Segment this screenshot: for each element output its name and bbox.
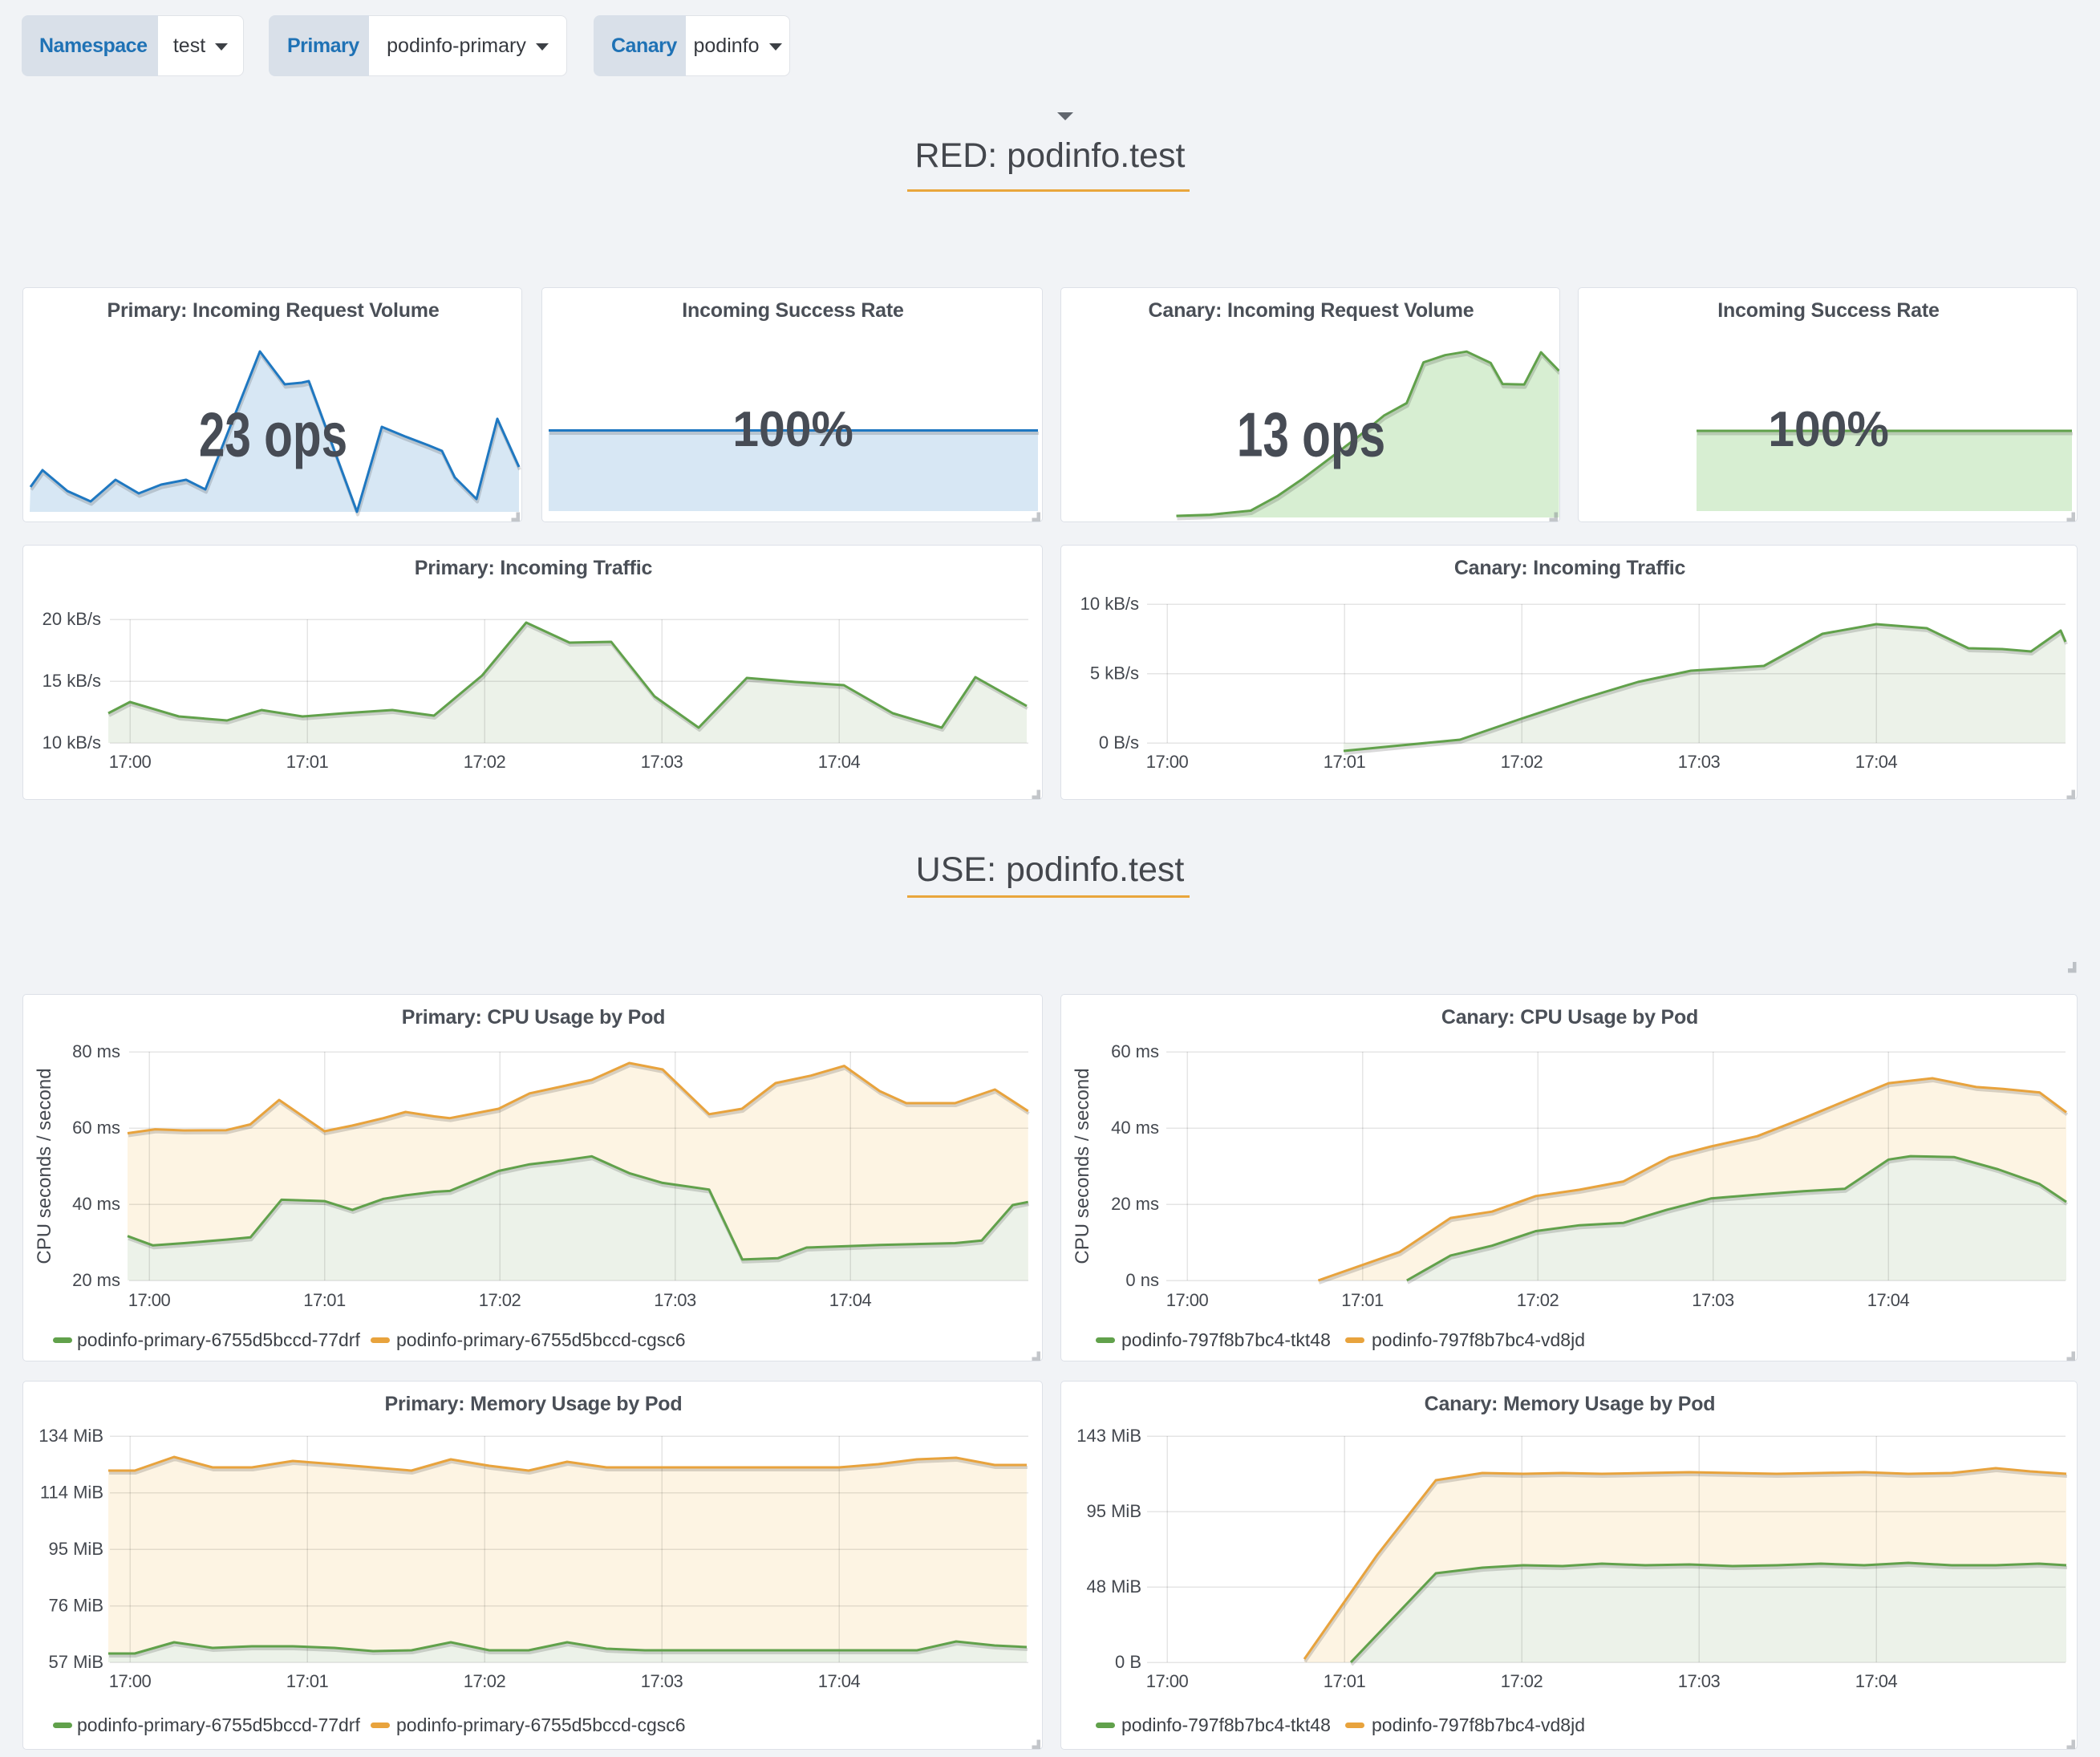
svg-text:17:04: 17:04 [1855, 1671, 1898, 1691]
svg-text:17:01: 17:01 [1341, 1290, 1384, 1310]
svg-text:CPU seconds / second: CPU seconds / second [34, 1068, 55, 1264]
svg-text:10 kB/s: 10 kB/s [43, 732, 101, 753]
svg-text:17:00: 17:00 [128, 1290, 171, 1310]
svg-text:57 MiB: 57 MiB [49, 1652, 103, 1672]
svg-text:Incoming Success Rate: Incoming Success Rate [1717, 299, 1940, 322]
svg-text:13 ops: 13 ops [1237, 400, 1385, 469]
svg-text:17:00: 17:00 [109, 752, 152, 772]
svg-text:17:01: 17:01 [286, 1671, 329, 1691]
svg-text:17:00: 17:00 [1146, 1671, 1189, 1691]
svg-text:17:03: 17:03 [641, 752, 683, 772]
svg-text:15 kB/s: 15 kB/s [43, 671, 101, 691]
svg-text:60 ms: 60 ms [1111, 1041, 1159, 1061]
svg-text:17:00: 17:00 [1146, 752, 1189, 772]
svg-text:134 MiB: 134 MiB [39, 1426, 103, 1446]
svg-text:17:04: 17:04 [1855, 752, 1898, 772]
svg-text:17:03: 17:03 [654, 1290, 696, 1310]
svg-text:Primary: CPU Usage by Pod: Primary: CPU Usage by Pod [402, 1006, 665, 1029]
svg-text:17:01: 17:01 [286, 752, 329, 772]
svg-text:17:04: 17:04 [818, 1671, 861, 1691]
svg-text:Primary: Memory Usage by Pod: Primary: Memory Usage by Pod [385, 1393, 683, 1415]
svg-text:17:02: 17:02 [1517, 1290, 1559, 1310]
svg-text:48 MiB: 48 MiB [1087, 1576, 1141, 1597]
svg-text:0 B/s: 0 B/s [1099, 732, 1139, 753]
svg-text:5 kB/s: 5 kB/s [1090, 663, 1139, 684]
svg-text:podinfo-primary-6755d5bccd-77d: podinfo-primary-6755d5bccd-77drf [77, 1329, 360, 1350]
svg-text:17:00: 17:00 [109, 1671, 152, 1691]
svg-text:23 ops: 23 ops [199, 400, 347, 469]
svg-text:17:01: 17:01 [303, 1290, 346, 1310]
svg-text:Canary: Incoming Traffic: Canary: Incoming Traffic [1454, 557, 1686, 579]
svg-text:Canary: Memory Usage by Pod: Canary: Memory Usage by Pod [1425, 1393, 1716, 1415]
svg-text:95 MiB: 95 MiB [49, 1539, 103, 1559]
svg-text:100%: 100% [732, 401, 853, 457]
svg-text:podinfo-797f8b7bc4-tkt48: podinfo-797f8b7bc4-tkt48 [1121, 1329, 1331, 1350]
svg-text:80 ms: 80 ms [72, 1041, 120, 1061]
svg-text:Incoming Success Rate: Incoming Success Rate [682, 299, 904, 322]
svg-text:17:02: 17:02 [1501, 752, 1543, 772]
svg-text:17:02: 17:02 [479, 1290, 521, 1310]
svg-text:10 kB/s: 10 kB/s [1080, 594, 1139, 614]
svg-text:17:04: 17:04 [829, 1290, 872, 1310]
svg-text:20 ms: 20 ms [1111, 1194, 1159, 1214]
svg-text:17:04: 17:04 [818, 752, 861, 772]
svg-text:60 ms: 60 ms [72, 1118, 120, 1138]
svg-text:17:03: 17:03 [641, 1671, 683, 1691]
svg-text:podinfo-primary-6755d5bccd-77d: podinfo-primary-6755d5bccd-77drf [77, 1714, 360, 1735]
svg-text:CPU seconds / second: CPU seconds / second [1072, 1068, 1093, 1264]
svg-text:17:01: 17:01 [1324, 752, 1366, 772]
svg-text:20 kB/s: 20 kB/s [43, 609, 101, 629]
svg-text:114 MiB: 114 MiB [40, 1483, 103, 1503]
svg-text:Primary: Incoming Request Volu: Primary: Incoming Request Volume [107, 299, 439, 322]
svg-text:40 ms: 40 ms [72, 1194, 120, 1214]
svg-text:podinfo-797f8b7bc4-vd8jd: podinfo-797f8b7bc4-vd8jd [1372, 1329, 1585, 1350]
svg-text:95 MiB: 95 MiB [1087, 1501, 1141, 1521]
svg-text:17:02: 17:02 [1501, 1671, 1543, 1691]
svg-text:podinfo-797f8b7bc4-vd8jd: podinfo-797f8b7bc4-vd8jd [1372, 1714, 1585, 1735]
svg-text:podinfo-primary-6755d5bccd-cgs: podinfo-primary-6755d5bccd-cgsc6 [396, 1329, 686, 1350]
svg-text:Canary: Incoming Request Volum: Canary: Incoming Request Volume [1149, 299, 1474, 322]
svg-text:17:02: 17:02 [464, 1671, 506, 1691]
svg-text:76 MiB: 76 MiB [49, 1596, 103, 1616]
svg-text:17:03: 17:03 [1678, 752, 1721, 772]
svg-text:17:03: 17:03 [1692, 1290, 1734, 1310]
svg-text:17:00: 17:00 [1166, 1290, 1209, 1310]
svg-text:17:04: 17:04 [1867, 1290, 1910, 1310]
svg-text:Canary: CPU Usage by Pod: Canary: CPU Usage by Pod [1441, 1006, 1698, 1029]
svg-text:40 ms: 40 ms [1111, 1118, 1159, 1138]
svg-text:100%: 100% [1768, 401, 1889, 457]
svg-text:17:03: 17:03 [1678, 1671, 1721, 1691]
svg-text:0 ns: 0 ns [1125, 1270, 1159, 1290]
svg-text:17:02: 17:02 [464, 752, 506, 772]
svg-text:20 ms: 20 ms [72, 1270, 120, 1290]
svg-text:podinfo-primary-6755d5bccd-cgs: podinfo-primary-6755d5bccd-cgsc6 [396, 1714, 686, 1735]
svg-text:143 MiB: 143 MiB [1076, 1426, 1141, 1446]
svg-text:17:01: 17:01 [1324, 1671, 1366, 1691]
svg-text:Primary: Incoming Traffic: Primary: Incoming Traffic [415, 557, 653, 579]
svg-text:podinfo-797f8b7bc4-tkt48: podinfo-797f8b7bc4-tkt48 [1121, 1714, 1331, 1735]
svg-text:0 B: 0 B [1115, 1652, 1141, 1672]
